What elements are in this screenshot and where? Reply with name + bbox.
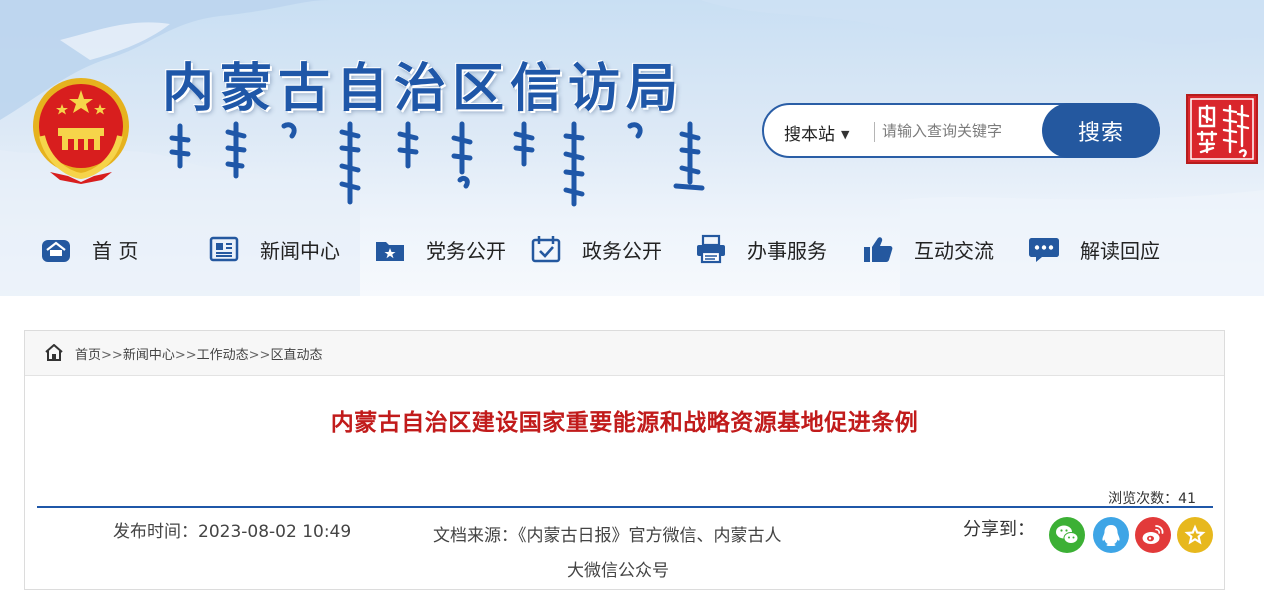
weibo-icon <box>1135 517 1171 553</box>
mongolian-script-logo <box>169 121 705 207</box>
chat-bubble-icon <box>1029 238 1059 262</box>
share-weibo-button[interactable] <box>1135 517 1171 553</box>
breadcrumb-separator: >> <box>174 348 197 363</box>
folder-star-icon <box>376 242 404 261</box>
share-qq-button[interactable] <box>1093 517 1129 553</box>
site-header: 内蒙古自治区信访局 搜本站 ▼ 搜索 <box>0 0 1264 296</box>
nav-item-home[interactable]: 首 页 <box>40 226 138 272</box>
qq-icon <box>1093 517 1129 553</box>
home-icon <box>45 344 63 361</box>
share-wechat-button[interactable] <box>1049 517 1085 553</box>
nav-item-party-affairs[interactable]: 党务公开 <box>374 226 506 272</box>
calendar-check-icon <box>531 236 561 263</box>
breadcrumb-link-home[interactable]: 首页 <box>75 348 101 363</box>
site-title: 内蒙古自治区信访局 <box>162 59 685 119</box>
search-divider <box>874 122 875 142</box>
nav-label: 互动交流 <box>914 238 994 263</box>
breadcrumb-bar: 首页>>新闻中心>>工作动态>>区直动态 <box>25 331 1224 376</box>
newspaper-icon <box>209 236 239 262</box>
title-divider <box>37 506 1213 508</box>
nav-item-services[interactable]: 办事服务 <box>695 226 827 272</box>
search-scope-label: 搜本站 <box>784 125 835 145</box>
nav-item-gov-affairs[interactable]: 政务公开 <box>530 226 662 272</box>
national-emblem-icon <box>33 78 129 184</box>
breadcrumb: 首页>>新闻中心>>工作动态>>区直动态 <box>75 344 322 363</box>
nav-label: 党务公开 <box>426 238 506 263</box>
nav-item-interaction[interactable]: 互动交流 <box>862 226 994 272</box>
breadcrumb-link-news[interactable]: 新闻中心 <box>123 348 175 363</box>
nav-item-interpretation[interactable]: 解读回应 <box>1028 226 1160 272</box>
article-title: 内蒙古自治区建设国家重要能源和战略资源基地促进条例 <box>330 410 919 436</box>
nav-label: 首 页 <box>92 238 139 263</box>
breadcrumb-link-work-news[interactable]: 工作动态 <box>197 348 249 363</box>
main-navigation: 首 页 新闻中心 党务公开 政务公开 办事服务 互动交流 解读回应 <box>0 226 1264 272</box>
share-label: 分享到： <box>963 519 1035 540</box>
search-box: 搜本站 ▼ 搜索 <box>762 103 1160 158</box>
source-line-2: 大微信公众号 <box>567 561 669 581</box>
view-count: 浏览次数：41 <box>1108 491 1196 507</box>
caret-down-icon: ▼ <box>841 128 850 141</box>
qzone-star-icon <box>1177 517 1213 553</box>
source-line-1: 文档来源：《内蒙古日报》官方微信、内蒙古人 <box>433 526 782 546</box>
search-button[interactable]: 搜索 <box>1042 103 1160 158</box>
thumbs-up-icon <box>864 237 893 262</box>
breadcrumb-link-region-news[interactable]: 区直动态 <box>270 348 322 363</box>
nav-label: 新闻中心 <box>260 238 340 263</box>
nav-label: 政务公开 <box>582 238 662 263</box>
search-input[interactable] <box>882 116 1040 146</box>
nav-item-news[interactable]: 新闻中心 <box>208 226 340 272</box>
publish-time: 发布时间：2023-08-02 10:49 <box>113 522 352 542</box>
nav-label: 解读回应 <box>1080 238 1160 263</box>
breadcrumb-separator: >> <box>248 348 271 363</box>
nav-label: 办事服务 <box>747 238 827 263</box>
printer-icon <box>697 234 725 264</box>
article-panel: 首页>>新闻中心>>工作动态>>区直动态 内蒙古自治区建设国家重要能源和战略资源… <box>24 330 1225 590</box>
document-source: 文档来源：《内蒙古日报》官方微信、内蒙古人 大微信公众号 <box>433 517 817 590</box>
breadcrumb-separator: >> <box>101 348 123 363</box>
home-icon <box>42 240 70 262</box>
search-scope-select[interactable]: 搜本站 ▼ <box>784 120 849 145</box>
wechat-icon <box>1049 517 1085 553</box>
share-qzone-button[interactable] <box>1177 517 1213 553</box>
seal-logo-icon <box>1186 94 1258 164</box>
